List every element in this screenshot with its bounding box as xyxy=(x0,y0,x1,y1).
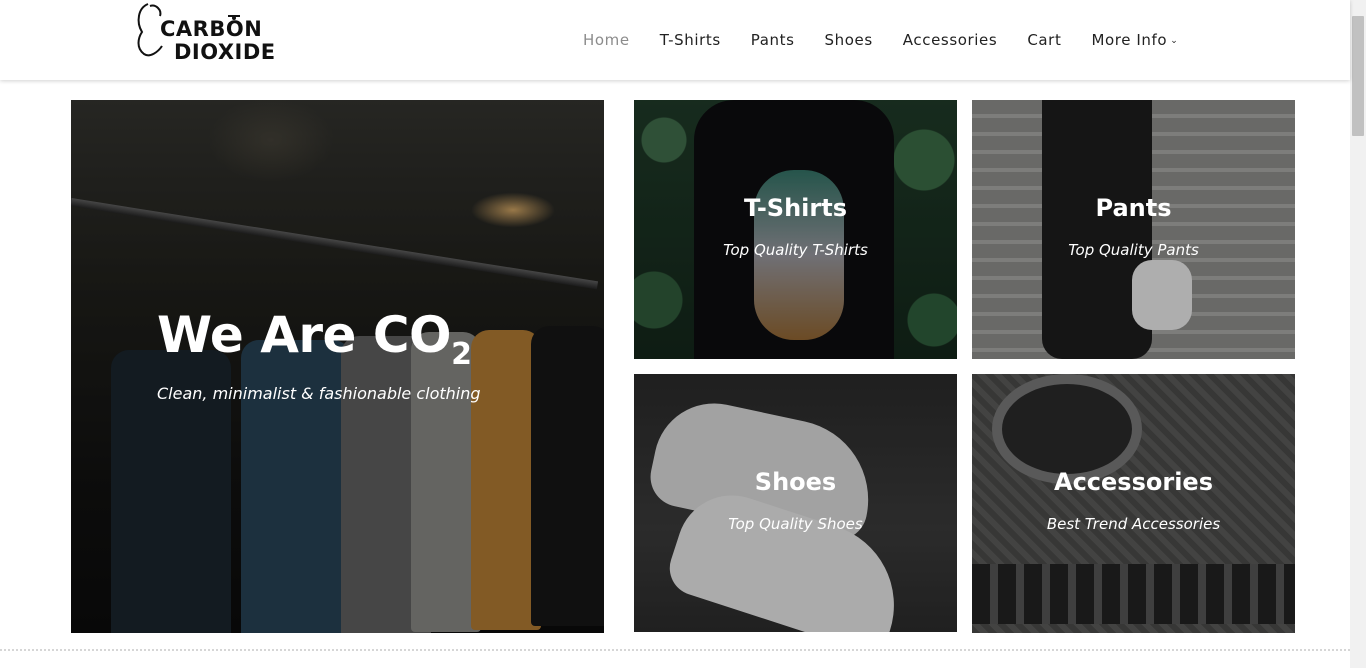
hero-title-text: We Are CO xyxy=(157,306,452,364)
brand-line-2: DIOXIDE xyxy=(174,40,276,64)
nav-shoes[interactable]: Shoes xyxy=(825,30,873,51)
brand-logo[interactable]: CARBON DIOXIDE xyxy=(136,2,288,70)
main-nav: Home T-Shirts Pants Shoes Accessories Ca… xyxy=(583,30,1208,51)
hero-banner: We Are CO2 Clean, minimalist & fashionab… xyxy=(71,100,604,633)
scrollbar-thumb[interactable] xyxy=(1352,16,1364,136)
category-subtitle: Top Quality Pants xyxy=(1068,241,1199,259)
page-scrollbar[interactable] xyxy=(1350,0,1366,668)
tile-overlay xyxy=(634,100,957,359)
category-tile-shoes[interactable]: Shoes Top Quality Shoes xyxy=(634,374,957,632)
nav-accessories[interactable]: Accessories xyxy=(903,30,998,51)
category-title: Pants xyxy=(1095,194,1172,222)
section-divider xyxy=(0,649,1350,651)
chevron-down-icon: ⌄ xyxy=(1170,35,1179,46)
category-tile-tshirts[interactable]: T-Shirts Top Quality T-Shirts xyxy=(634,100,957,359)
nav-home[interactable]: Home xyxy=(583,30,630,51)
nav-cart[interactable]: Cart xyxy=(1027,30,1061,51)
tile-overlay xyxy=(634,374,957,632)
nav-more-info[interactable]: More Info ⌄ xyxy=(1091,30,1178,51)
nav-more-info-label: More Info xyxy=(1091,31,1168,49)
category-tile-accessories[interactable]: Accessories Best Trend Accessories xyxy=(972,374,1295,633)
brand-line-1: CARBON xyxy=(160,17,263,41)
category-subtitle: Top Quality Shoes xyxy=(728,515,863,533)
category-title: Shoes xyxy=(754,468,837,496)
category-subtitle: Top Quality T-Shirts xyxy=(723,241,868,259)
nav-pants[interactable]: Pants xyxy=(751,30,795,51)
tile-overlay xyxy=(972,374,1295,633)
site-header: CARBON DIOXIDE Home T-Shirts Pants Shoes… xyxy=(0,0,1350,80)
hero-subtitle: Clean, minimalist & fashionable clothing xyxy=(157,384,481,403)
category-subtitle: Best Trend Accessories xyxy=(1046,515,1221,533)
category-title: T-Shirts xyxy=(744,194,847,222)
tile-overlay xyxy=(972,100,1295,359)
nav-tshirts[interactable]: T-Shirts xyxy=(660,30,721,51)
category-title: Accessories xyxy=(1054,468,1213,496)
category-tile-pants[interactable]: Pants Top Quality Pants xyxy=(972,100,1295,359)
hero-title: We Are CO2 xyxy=(157,305,472,385)
hero-title-subscript: 2 xyxy=(451,337,472,372)
